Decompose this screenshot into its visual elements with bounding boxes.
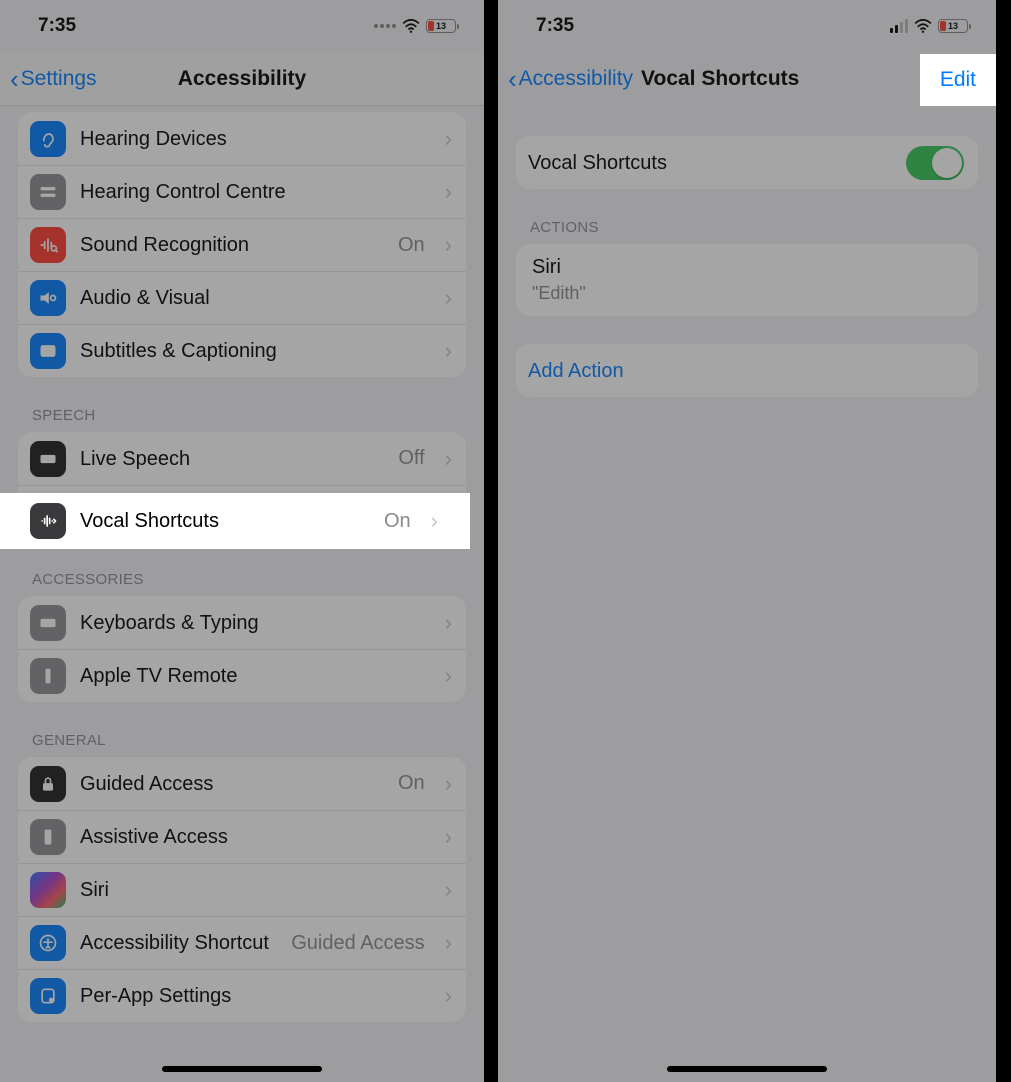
row-value: Guided Access <box>291 932 424 955</box>
row-accessibility-shortcut[interactable]: Accessibility Shortcut Guided Access › <box>18 916 466 969</box>
keyboard-icon <box>30 605 66 641</box>
row-label: Subtitles & Captioning <box>80 339 431 363</box>
wifi-icon <box>914 19 932 33</box>
lock-icon <box>30 766 66 802</box>
chevron-right-icon: › <box>445 338 452 364</box>
captions-icon <box>30 333 66 369</box>
cellular-dots-icon <box>374 24 396 28</box>
row-vocal-shortcuts[interactable]: Vocal Shortcuts On › <box>0 493 470 549</box>
row-value: On <box>398 234 425 257</box>
chevron-right-icon: › <box>445 663 452 689</box>
perapp-icon <box>30 978 66 1014</box>
row-value: On <box>398 772 425 795</box>
row-action-siri[interactable]: Siri "Edith" <box>516 244 978 316</box>
status-time: 7:35 <box>38 15 76 37</box>
toggle-switch[interactable] <box>906 146 964 180</box>
status-time: 7:35 <box>536 15 574 37</box>
phone-icon <box>30 819 66 855</box>
row-value: On <box>384 510 411 533</box>
page-title: Accessibility <box>178 67 306 91</box>
row-label: Guided Access <box>80 772 384 796</box>
row-subtitles-captioning[interactable]: Subtitles & Captioning › <box>18 324 466 377</box>
home-indicator[interactable] <box>667 1066 827 1072</box>
wave-icon <box>30 503 66 539</box>
row-keyboards-typing[interactable]: Keyboards & Typing › <box>18 596 466 649</box>
chevron-right-icon: › <box>445 285 452 311</box>
home-indicator[interactable] <box>162 1066 322 1072</box>
action-phrase: "Edith" <box>532 283 586 304</box>
chevron-right-icon: › <box>445 983 452 1009</box>
status-bar: 7:35 13 <box>0 0 484 52</box>
row-label: Siri <box>80 878 431 902</box>
chevron-right-icon: › <box>445 126 452 152</box>
row-apple-tv-remote[interactable]: Apple TV Remote › <box>18 649 466 702</box>
row-per-app-settings[interactable]: Per-App Settings › <box>18 969 466 1022</box>
ear-icon <box>30 121 66 157</box>
chevron-right-icon: › <box>445 446 452 472</box>
add-action-label: Add Action <box>528 359 964 383</box>
row-label: Live Speech <box>80 447 384 471</box>
section-header-actions: ACTIONS <box>516 189 978 244</box>
back-label: Settings <box>21 67 97 91</box>
row-label: Hearing Control Centre <box>80 180 431 204</box>
slider-icon <box>30 174 66 210</box>
row-label: Apple TV Remote <box>80 664 431 688</box>
chevron-right-icon: › <box>445 179 452 205</box>
row-label: Audio & Visual <box>80 286 431 310</box>
back-button[interactable]: ‹ Settings <box>0 66 97 92</box>
wifi-icon <box>402 19 420 33</box>
battery-icon: 13 <box>426 19 456 33</box>
row-value: Off <box>398 447 424 470</box>
back-label: Accessibility <box>519 67 633 91</box>
chevron-right-icon: › <box>445 824 452 850</box>
row-label: Hearing Devices <box>80 127 431 151</box>
row-label: Vocal Shortcuts <box>528 151 892 175</box>
row-add-action[interactable]: Add Action <box>516 344 978 397</box>
row-sound-recognition[interactable]: Sound Recognition On › <box>18 218 466 271</box>
row-live-speech[interactable]: Live Speech Off › <box>18 432 466 485</box>
remote-icon <box>30 658 66 694</box>
nav-header: ‹ Settings Accessibility <box>0 52 484 106</box>
av-icon <box>30 280 66 316</box>
chevron-right-icon: › <box>431 508 438 534</box>
row-label: Per-App Settings <box>80 984 431 1008</box>
row-assistive-access[interactable]: Assistive Access › <box>18 810 466 863</box>
chevron-left-icon: ‹ <box>508 66 517 92</box>
chevron-right-icon: › <box>445 610 452 636</box>
edit-button[interactable]: Edit <box>920 54 996 106</box>
edit-label: Edit <box>940 68 976 92</box>
row-label: Keyboards & Typing <box>80 611 431 635</box>
row-audio-visual[interactable]: Audio & Visual › <box>18 271 466 324</box>
row-label: Vocal Shortcuts <box>80 510 370 533</box>
row-hearing-devices[interactable]: Hearing Devices › <box>18 112 466 165</box>
row-label: Accessibility Shortcut <box>80 931 277 955</box>
action-name: Siri <box>532 256 561 279</box>
cellular-bars-icon <box>890 19 908 33</box>
chevron-right-icon: › <box>445 771 452 797</box>
siri-icon <box>30 872 66 908</box>
battery-icon: 13 <box>938 19 968 33</box>
chevron-right-icon: › <box>445 930 452 956</box>
row-siri[interactable]: Siri › <box>18 863 466 916</box>
row-hearing-control-centre[interactable]: Hearing Control Centre › <box>18 165 466 218</box>
section-header-accessories: ACCESSORIES <box>18 541 466 596</box>
sound-rec-icon <box>30 227 66 263</box>
status-bar: 7:35 13 <box>498 0 996 52</box>
a11y-icon <box>30 925 66 961</box>
section-header-speech: SPEECH <box>18 377 466 432</box>
section-header-general: GENERAL <box>18 702 466 757</box>
chevron-right-icon: › <box>445 877 452 903</box>
row-label: Assistive Access <box>80 825 431 849</box>
keyboard-icon <box>30 441 66 477</box>
chevron-left-icon: ‹ <box>10 66 19 92</box>
row-label: Sound Recognition <box>80 233 384 257</box>
chevron-right-icon: › <box>445 232 452 258</box>
page-title: Vocal Shortcuts <box>641 67 799 91</box>
row-guided-access[interactable]: Guided Access On › <box>18 757 466 810</box>
back-button[interactable]: ‹ Accessibility <box>498 66 633 92</box>
row-vocal-shortcuts-toggle[interactable]: Vocal Shortcuts <box>516 136 978 189</box>
